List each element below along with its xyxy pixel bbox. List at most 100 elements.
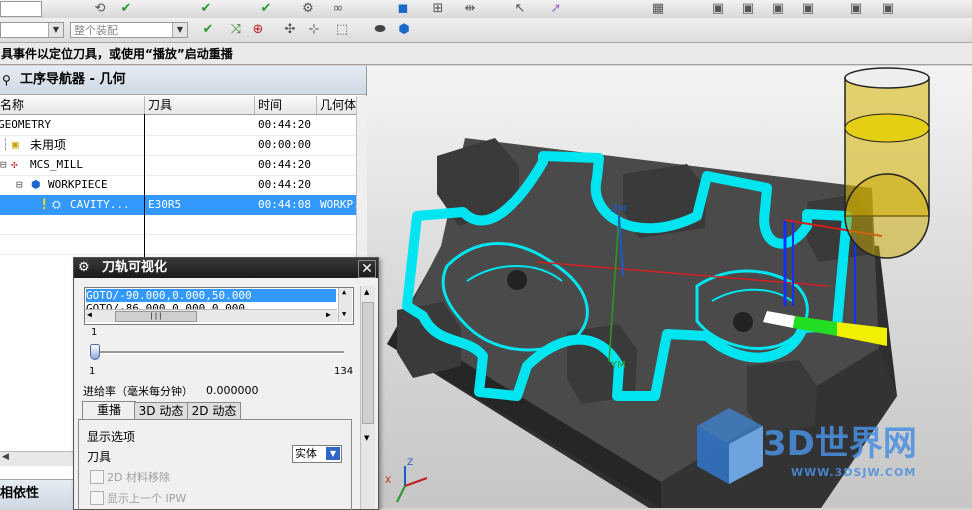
triad-x-label: X: [385, 476, 392, 486]
triad-y-axis: [396, 485, 406, 503]
chevron-down-icon[interactable]: ▼: [326, 447, 340, 460]
snap-icon[interactable]: ✣: [282, 22, 298, 38]
checkbox-2d-material-label: 2D 材料移除: [107, 471, 170, 484]
scroll-thumb[interactable]: |||: [115, 311, 197, 322]
checkbox-prev-ipw-label: 显示上一个 IPW: [107, 492, 187, 505]
feature-icon[interactable]: ▣: [770, 1, 786, 17]
close-icon[interactable]: ✕: [358, 260, 376, 278]
table-row[interactable]: ⊟ ⬢ WORKPIECE 00:44:20: [0, 175, 356, 196]
table-row[interactable]: ⊟ ✣ MCS_MILL 00:44:20: [0, 155, 356, 176]
scroll-down-icon[interactable]: ▼: [342, 310, 346, 318]
collapse-icon[interactable]: ⊟: [16, 175, 26, 195]
row-tool: [148, 175, 248, 195]
display-options-label: 显示选项: [87, 430, 136, 444]
cube-icon[interactable]: ⬢: [396, 22, 412, 38]
chevron-down-icon: ▼: [172, 23, 187, 37]
cls-listbox[interactable]: GOTO/-90.000,0.000,50.000 GOTO/-86.000,0…: [84, 287, 354, 325]
check-icon[interactable]: ✔: [118, 1, 134, 17]
workpiece-icon: ⬢: [31, 178, 41, 191]
column-time[interactable]: 时间: [255, 96, 317, 114]
column-geometry[interactable]: 几何体: [317, 96, 357, 114]
row-name: WORKPIECE: [48, 178, 108, 191]
slider-min: 1: [89, 366, 96, 377]
feature-icon[interactable]: ▣: [880, 1, 896, 17]
snap-icon[interactable]: ⤨: [228, 22, 244, 38]
arrow-icon[interactable]: ➚: [548, 1, 564, 17]
scroll-up-icon[interactable]: ▲: [342, 288, 346, 296]
row-time: 00:44:20: [258, 158, 311, 171]
check-icon[interactable]: ✔: [258, 1, 274, 17]
shaded-icon[interactable]: ⬬: [372, 22, 388, 38]
feature-icon[interactable]: ▣: [710, 1, 726, 17]
watermark-url: WWW.3DSJW.COM: [791, 466, 917, 479]
list-item[interactable]: GOTO/-90.000,0.000,50.000: [86, 289, 336, 302]
row-time: 00:44:20: [258, 118, 311, 131]
replay-slider-track[interactable]: [94, 351, 344, 354]
feature-icon[interactable]: ▣: [848, 1, 864, 17]
collapse-icon[interactable]: ⊟: [0, 155, 10, 175]
layout-icon[interactable]: ⊞: [430, 1, 446, 17]
scroll-down-icon[interactable]: ▼: [364, 434, 369, 442]
check-icon[interactable]: ✔: [200, 22, 216, 38]
filter-combo[interactable]: ▼: [0, 22, 64, 38]
tab-3d-dynamic[interactable]: 3D 动态: [134, 402, 188, 420]
scroll-left-icon[interactable]: ◀: [87, 310, 92, 319]
dialog-title: 刀轨可视化: [102, 260, 168, 275]
tool-icon[interactable]: ⚙: [300, 1, 316, 17]
navigator-title-bar: ⚲ 工序导航器 - 几何: [0, 66, 366, 95]
tab-replay[interactable]: 重播: [82, 401, 136, 420]
table-row[interactable]: GEOMETRY 00:44:20: [0, 115, 356, 136]
scroll-left-icon[interactable]: ◀: [2, 452, 9, 462]
replay-slider-thumb[interactable]: [90, 344, 100, 360]
check-icon[interactable]: ✔: [198, 1, 214, 17]
point-snap-icon[interactable]: ⊕: [250, 22, 266, 38]
pointer-icon[interactable]: ↖: [512, 1, 528, 17]
scroll-right-icon[interactable]: ▶: [326, 310, 331, 319]
undo-icon[interactable]: ⟲: [92, 1, 108, 17]
row-time: 00:44:20: [258, 178, 311, 191]
dialog-scrollbar[interactable]: ▲ ▼: [360, 286, 375, 509]
feature-icon[interactable]: ▣: [800, 1, 816, 17]
dialog-title-bar[interactable]: ⚙ 刀轨可视化 ✕: [74, 258, 378, 278]
pin-icon[interactable]: ⚲: [2, 66, 11, 94]
scroll-up-icon[interactable]: ▲: [364, 288, 369, 296]
row-name: CAVITY...: [70, 198, 130, 211]
slider-value: 1: [91, 327, 98, 338]
feature-icon[interactable]: ▣: [740, 1, 756, 17]
loop-icon[interactable]: ∞: [330, 1, 346, 17]
gear-icon[interactable]: ⚙: [78, 258, 90, 278]
feed-rate-label: 进给率（毫米每分钟）: [83, 385, 193, 398]
listbox-vscroll[interactable]: ▲ ▼: [338, 288, 352, 322]
column-tool[interactable]: 刀具: [145, 96, 255, 114]
cube-icon[interactable]: ◼: [395, 1, 411, 17]
tool-display-select[interactable]: 实体 ▼: [292, 445, 342, 463]
watermark-brand: 3D世界网: [763, 424, 917, 464]
row-tool: [148, 155, 248, 175]
empty-rows: [0, 215, 356, 255]
align-icon[interactable]: ⇹: [462, 1, 478, 17]
column-header: 名称 刀具 时间 几何体: [0, 96, 357, 115]
tab-2d-dynamic[interactable]: 2D 动态: [187, 402, 241, 420]
row-name: 未用项: [30, 138, 67, 152]
checkbox-2d-material-removal[interactable]: [90, 470, 104, 484]
selection-toolbar: ▼ 整个装配 ▼ ✔ ⤨ ⊕ ✣ ⊹ ⬚ ⬬ ⬢: [0, 18, 972, 43]
tool-display-label: 刀具: [87, 450, 112, 464]
table-row-selected[interactable]: ! ⛭ CAVITY... E30R5 00:44:08 WORKP...: [0, 195, 356, 216]
scroll-thumb[interactable]: [362, 302, 374, 424]
feed-rate-value: 0.000000: [206, 384, 259, 397]
table-row[interactable]: ┆ ▣ 未用项 00:00:00: [0, 135, 356, 156]
tool-display-value: 实体: [295, 447, 317, 460]
column-name[interactable]: 名称: [0, 96, 145, 114]
top-combo[interactable]: [0, 1, 42, 17]
row-geometry: [320, 155, 356, 175]
select-box-icon[interactable]: ⬚: [334, 22, 350, 38]
graphics-window[interactable]: ZM YM Z X 3D世界网 WWW.3DSJW.COM: [367, 66, 972, 508]
mcs-icon: ✣: [11, 158, 18, 171]
slider-max: 134: [334, 366, 354, 377]
assembly-scope-combo[interactable]: 整个装配 ▼: [70, 22, 188, 38]
checkbox-show-prev-ipw[interactable]: [90, 491, 104, 505]
listbox-hscroll[interactable]: ◀ ||| ▶: [85, 309, 337, 322]
grid-icon[interactable]: ▦: [650, 1, 666, 17]
snap-icon[interactable]: ⊹: [306, 22, 322, 38]
chevron-down-icon: ▼: [48, 23, 63, 37]
